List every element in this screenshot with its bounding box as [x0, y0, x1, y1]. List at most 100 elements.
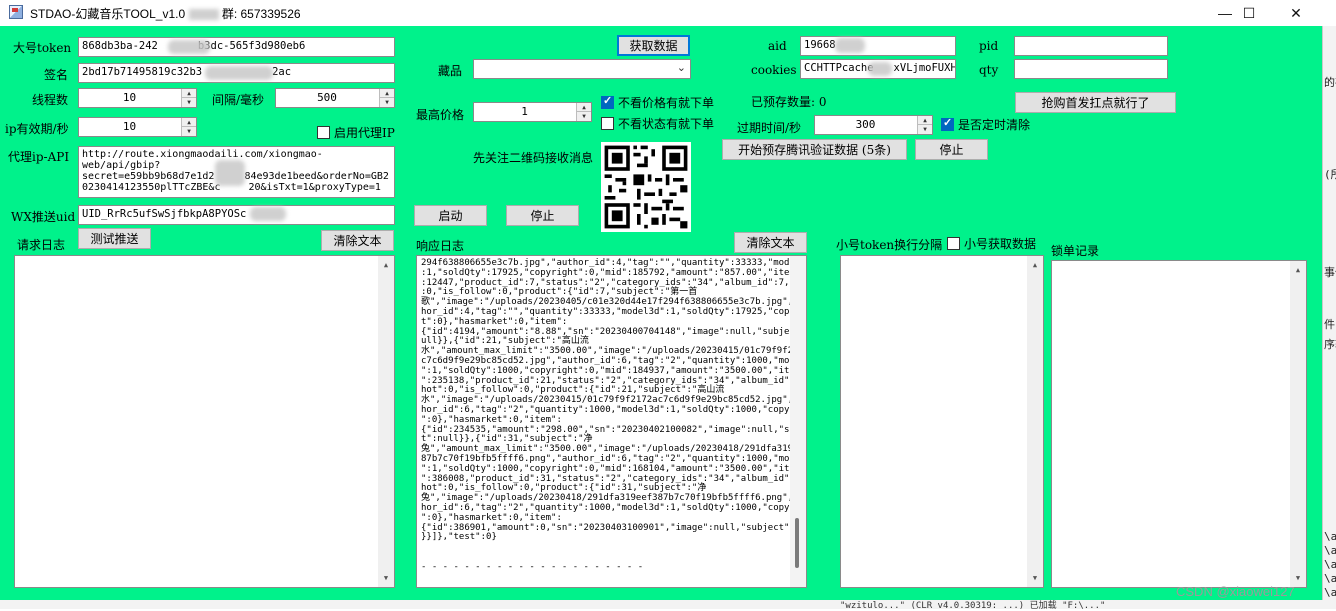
response-log-textarea[interactable]: 294f638806655e3c7b.jpg","author_id":4,"t… — [416, 255, 807, 588]
scroll-down-icon[interactable]: ▼ — [1027, 571, 1043, 585]
close-button[interactable]: ✕ — [1273, 0, 1319, 26]
ip-valid-stepper[interactable]: 10 ▲ ▼ — [78, 117, 197, 137]
max-price-value: 1 — [521, 105, 528, 118]
wx-uid-label: WX推送uid — [11, 210, 76, 224]
small-token-textarea[interactable]: ▲ ▼ — [840, 255, 1044, 588]
token-value: 868db3ba-242 — [82, 40, 158, 52]
auto-clear-label: 是否定时清除 — [958, 118, 1031, 132]
threads-stepper[interactable]: 10 ▲ ▼ — [78, 88, 197, 108]
token-value-tail: b3dc-565f3d980eb6 — [197, 40, 306, 52]
sign-redaction — [205, 66, 273, 80]
spin-up-icon[interactable]: ▲ — [380, 89, 394, 98]
proxy-api-line: 84e93de1beed&orderNo=GB2 — [244, 171, 389, 182]
grab-first-release-button[interactable]: 抢购首发扛点就行了 — [1015, 92, 1176, 113]
proxy-api-line: 0230414123550plTTcZBE&c — [82, 182, 221, 193]
small-fetch-label: 小号获取数据 — [964, 237, 1037, 251]
small-fetch-checkbox[interactable]: 小号获取数据 — [947, 235, 1036, 252]
title-text: STDAO-幻藏音乐TOOL_v1.0 — [30, 7, 186, 21]
spin-down-icon[interactable]: ▼ — [380, 98, 394, 107]
fetch-data-button[interactable]: 获取数据 — [617, 35, 690, 56]
proxy-api-line: secret=e59bb9b68d7e1d2 — [82, 171, 215, 182]
sign-label: 签名 — [44, 68, 69, 82]
ignore-status-box[interactable] — [601, 117, 614, 130]
token-input[interactable]: 868db3ba-242 b3dc-565f3d980eb6 — [78, 37, 395, 57]
start-prestore-button[interactable]: 开始预存腾讯验证数据 (5条) — [722, 139, 907, 160]
auto-clear-checkbox[interactable]: 是否定时清除 — [941, 116, 1030, 133]
aid-input[interactable]: 19668 — [800, 36, 956, 56]
test-push-button[interactable]: 测试推送 — [78, 228, 151, 249]
ignore-price-box[interactable] — [601, 94, 614, 109]
small-token-label: 小号token换行分隔 — [836, 238, 943, 252]
interval-stepper[interactable]: 500 ▲ ▼ — [275, 88, 395, 108]
clear-request-log-button[interactable]: 清除文本 — [321, 230, 394, 251]
prestored-count-text: 已预存数量: 0 — [751, 95, 827, 109]
stop-prestore-button[interactable]: 停止 — [915, 139, 988, 160]
spin-up-icon[interactable]: ▲ — [182, 118, 196, 127]
spin-down-icon[interactable]: ▼ — [577, 112, 591, 121]
small-token-scrollbar[interactable]: ▲ ▼ — [1027, 256, 1043, 587]
bg-text: 件 — [1324, 318, 1335, 331]
request-log-scrollbar[interactable]: ▲ ▼ — [378, 256, 394, 587]
expire-stepper[interactable]: 300 ▲ ▼ — [814, 115, 933, 135]
spin-down-icon[interactable]: ▼ — [182, 127, 196, 136]
expire-spin[interactable]: ▲ ▼ — [917, 116, 932, 134]
scroll-up-icon[interactable]: ▲ — [1290, 263, 1306, 277]
pid-input[interactable] — [1014, 36, 1168, 56]
small-fetch-box[interactable] — [947, 237, 960, 250]
ip-valid-value: 10 — [122, 120, 137, 133]
response-log-content: 294f638806655e3c7b.jpg","author_id":4,"t… — [421, 258, 806, 573]
proxy-api-line: 20&isTxt=1&proxyType=1 — [248, 182, 381, 193]
interval-spin[interactable]: ▲ ▼ — [379, 89, 394, 107]
use-proxy-box[interactable] — [317, 126, 330, 139]
threads-label: 线程数 — [32, 93, 69, 107]
maximize-icon: ☐ — [1242, 4, 1256, 21]
response-log-label: 响应日志 — [416, 239, 465, 253]
auto-clear-box[interactable] — [941, 116, 954, 131]
scroll-down-icon[interactable]: ▼ — [1290, 571, 1306, 585]
max-price-stepper[interactable]: 1 ▲ ▼ — [473, 102, 592, 122]
spin-up-icon[interactable]: ▲ — [918, 116, 932, 125]
proxy-api-line: http://route.xiongmaodaili.com/xiongmao- — [82, 149, 323, 160]
max-price-spin[interactable]: ▲ ▼ — [576, 103, 591, 121]
stop-button[interactable]: 停止 — [506, 205, 579, 226]
watermark-text: CSDN @xiaowei127 — [1176, 584, 1295, 599]
spin-up-icon[interactable]: ▲ — [182, 89, 196, 98]
scroll-thumb[interactable] — [795, 518, 799, 568]
response-log-line: }}]},"test":0} — [421, 532, 497, 543]
collection-select[interactable]: ⌄ — [473, 59, 691, 79]
aid-label: aid — [768, 39, 787, 53]
wx-uid-input[interactable]: UID_RrRc5ufSwSjfbkpA8PYOSc — [78, 205, 395, 225]
clear-response-log-button[interactable]: 清除文本 — [734, 232, 807, 253]
spin-up-icon[interactable]: ▲ — [577, 103, 591, 112]
proxy-api-label: 代理ip-API — [8, 150, 70, 164]
spin-down-icon[interactable]: ▼ — [182, 98, 196, 107]
bg-text: \as — [1324, 572, 1336, 585]
start-button[interactable]: 启动 — [414, 205, 487, 226]
maximize-button[interactable]: ☐ — [1226, 0, 1272, 26]
threads-spin[interactable]: ▲ ▼ — [181, 89, 196, 107]
bg-text: \as — [1324, 558, 1336, 571]
qty-input[interactable] — [1014, 59, 1168, 79]
lock-log-scrollbar[interactable]: ▲ ▼ — [1290, 261, 1306, 587]
close-icon: ✕ — [1290, 4, 1302, 21]
bg-text: 序辑 — [1324, 338, 1336, 351]
expire-value: 300 — [855, 118, 876, 131]
scroll-down-icon[interactable]: ▼ — [378, 571, 394, 585]
response-log-scrollbar[interactable] — [790, 256, 806, 587]
title-blur — [188, 9, 219, 21]
ip-valid-spin[interactable]: ▲ ▼ — [181, 118, 196, 136]
lock-log-textarea[interactable]: ▲ ▼ — [1051, 260, 1307, 588]
qr-code-image — [601, 142, 691, 232]
window-title: STDAO-幻藏音乐TOOL_v1.0 群: 657339526 — [30, 5, 301, 22]
use-proxy-checkbox[interactable]: 启用代理IP — [317, 124, 395, 141]
scroll-up-icon[interactable]: ▲ — [378, 258, 394, 272]
response-log-line — [421, 543, 786, 553]
wx-uid-redaction — [250, 207, 286, 221]
spin-down-icon[interactable]: ▼ — [918, 125, 932, 134]
request-log-textarea[interactable]: ▲ ▼ — [14, 255, 395, 588]
ignore-status-checkbox[interactable]: 不看状态有就下单 — [601, 115, 714, 132]
scroll-up-icon[interactable]: ▲ — [1027, 258, 1043, 272]
ignore-price-checkbox[interactable]: 不看价格有就下单 — [601, 94, 714, 111]
ignore-price-label: 不看价格有就下单 — [618, 96, 715, 110]
chevron-down-icon[interactable]: ⌄ — [677, 61, 686, 74]
